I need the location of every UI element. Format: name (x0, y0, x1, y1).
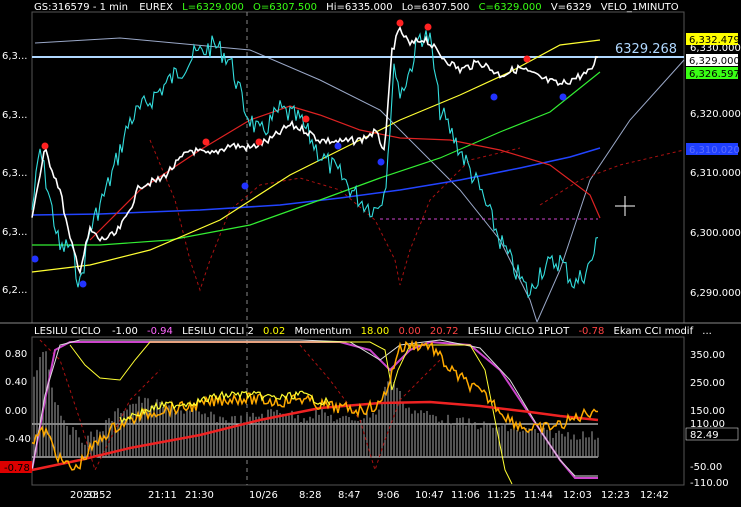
sub-left-label: 0.00 (5, 406, 27, 417)
price-tag-blue: 6,310.020 (689, 145, 740, 156)
time-axis-label: 8:47 (338, 490, 360, 501)
sub-right-label: 350.00 (690, 350, 725, 361)
pivot-low-dot (79, 280, 87, 288)
pivot-high-dot (255, 138, 263, 146)
time-axis-label: 10/26 (249, 490, 278, 501)
main-left-axis: 6,3... 6,3... 6,3... 6,3... 6,2... (2, 51, 27, 296)
red-ma-line (89, 105, 601, 241)
last-value: L=6329.000 (182, 2, 244, 13)
legend-item: -1.00 (112, 326, 138, 337)
sub-plot-area[interactable] (31, 339, 599, 485)
sub-right-label: -110.00 (690, 478, 729, 489)
study-label: VELO_1MINUTO (601, 2, 679, 13)
pivot-high-dot (396, 19, 404, 27)
time-axis-label: 11:06 (451, 490, 480, 501)
pivot-low-dot (31, 255, 39, 263)
hline-label: 6329.268 (615, 42, 677, 57)
price-tag-white: 6,329.000 (689, 56, 740, 67)
sub-right-tag: 82.49 (690, 430, 719, 441)
right-axis-label: 6,290.000 (690, 288, 741, 299)
trading-chart-window: GS:316579 - 1 min EUREX L=6329.000 O=630… (0, 0, 741, 503)
legend-item: LESILU CICLI 2 (182, 326, 254, 337)
legend-item: Momentum (294, 326, 351, 337)
left-axis-label: 6,2... (2, 285, 27, 296)
time-axis-label: 20:52 (83, 490, 112, 501)
legend-item: Ekam CCI modif (614, 326, 694, 337)
sub-right-label: -50.00 (690, 462, 722, 473)
time-axis-label: 12:03 (563, 490, 592, 501)
red-momentum-line (31, 400, 599, 472)
main-panel-frame (31, 11, 685, 324)
pivot-high-dot (302, 115, 310, 123)
chart-header: GS:316579 - 1 min EUREX L=6329.000 O=630… (34, 2, 679, 13)
legend-item: LESILU CICLO (34, 326, 101, 337)
sub-legend: LESILU CICLO -1.00 -0.94 LESILU CICLI 2 … (34, 326, 712, 337)
chart-canvas[interactable]: GS:316579 - 1 min EUREX L=6329.000 O=630… (0, 0, 741, 503)
time-axis-label: 8:28 (299, 490, 321, 501)
right-axis-label: 6,310.000 (690, 168, 741, 179)
time-axis-label: 12:42 (640, 490, 669, 501)
sub-left-axis: 0.80 0.40 0.00 -0.40 -0.78 (0, 349, 32, 474)
left-axis-label: 6,3... (2, 227, 27, 238)
high-value: Hi=6335.000 (326, 2, 392, 13)
main-plot-area[interactable] (31, 19, 685, 323)
legend-item: ... (702, 326, 712, 337)
arc-line (536, 59, 685, 323)
sub-left-label: -0.40 (5, 434, 31, 445)
sub-right-label: 250.00 (690, 378, 725, 389)
sub-left-label: 0.40 (5, 377, 27, 388)
pivot-low-dot (490, 93, 498, 101)
right-axis-label: 6,320.000 (690, 109, 741, 120)
right-axis-label: 6,300.000 (690, 228, 741, 239)
pivot-low-dot (377, 158, 385, 166)
yellow-ma-line (31, 39, 601, 273)
sub-left-label: 0.80 (5, 349, 27, 360)
pivot-low-dot (559, 93, 567, 101)
time-axis-label: 21:30 (185, 490, 214, 501)
legend-item: LESILU CICLO 1PLOT (468, 326, 570, 337)
pivot-low-dot (241, 182, 249, 190)
legend-item: 0.00 (398, 326, 420, 337)
sub-right-axis: 350.00 250.00 150.00 110.00 82.49 -50.00… (685, 350, 739, 489)
time-axis-label: 10:47 (415, 490, 444, 501)
time-axis-label: 11:25 (487, 490, 516, 501)
left-axis-label: 6,3... (2, 168, 27, 179)
legend-item: -0.94 (147, 326, 173, 337)
time-axis-label: 21:11 (148, 490, 177, 501)
exchange-label: EUREX (139, 2, 173, 13)
legend-item: -0.78 (578, 326, 604, 337)
volume-value: V=6329 (551, 2, 592, 13)
symbol-label: GS:316579 - 1 min (34, 2, 128, 13)
pivot-high-dot (41, 142, 49, 150)
legend-item: 0.02 (263, 326, 285, 337)
legend-item: 18.00 (361, 326, 390, 337)
open-value: O=6307.500 (253, 2, 317, 13)
price-tag-green: 6,326.597 (689, 69, 740, 80)
main-right-axis: 6,330.000 6,320.000 6,310.000 6,300.000 … (690, 43, 741, 299)
left-axis-label: 6,3... (2, 51, 27, 62)
sub-right-label: 150.00 (690, 406, 725, 417)
pivot-high-dot (424, 23, 432, 31)
time-axis: 20:3320:52 21:11 21:30 10/26 8:28 8:47 9:06 10:… (70, 490, 669, 501)
pivot-high-dot (523, 55, 531, 63)
left-axis-label: 6,3... (2, 110, 27, 121)
pivot-high-dot (202, 138, 210, 146)
crosshair-cursor (615, 196, 635, 216)
sub-left-tag: -0.78 (4, 463, 30, 474)
legend-item: 20.72 (430, 326, 459, 337)
time-axis-label: 11:44 (524, 490, 553, 501)
price-tag-yellow: 6,332.479 (689, 35, 740, 46)
time-axis-label: 9:06 (377, 490, 399, 501)
pivot-low-dot (334, 142, 342, 150)
close-value: C=6329.000 (479, 2, 542, 13)
time-axis-label: 12:23 (601, 490, 630, 501)
low-value: Lo=6307.500 (402, 2, 470, 13)
